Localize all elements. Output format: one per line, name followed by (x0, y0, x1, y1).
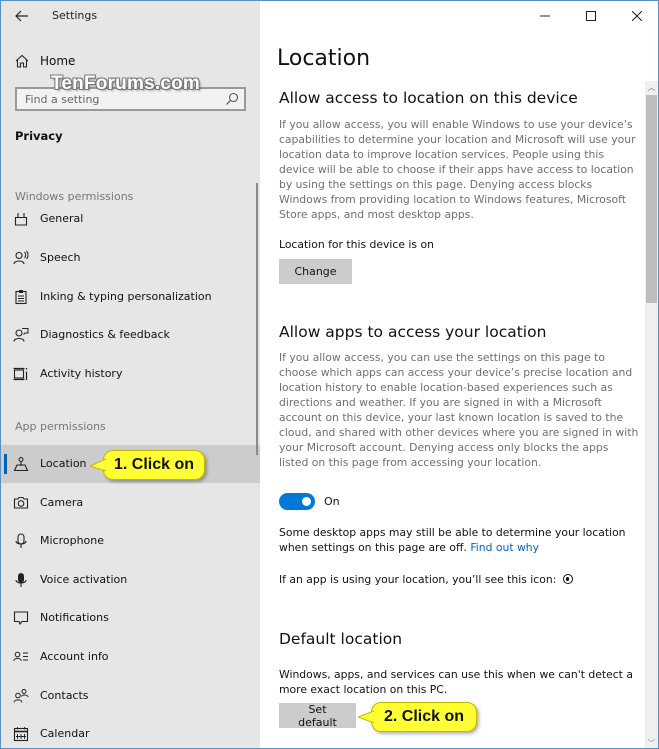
close-icon (632, 11, 642, 21)
callout-step-1-text: 1. Click on (113, 456, 195, 473)
notification-icon (13, 611, 29, 626)
device-access-heading: Allow access to location on this device (279, 89, 578, 107)
sidebar-item-label: Contacts (40, 689, 89, 702)
sidebar-item-label: Notifications (40, 611, 109, 624)
main-content: Location Allow access to location on thi… (260, 1, 658, 748)
scroll-up-icon[interactable]: ︿ (645, 81, 658, 93)
device-access-description: If you allow access, you will enable Win… (279, 118, 636, 221)
location-in-use-icon (562, 574, 573, 584)
section-title: Privacy (15, 129, 63, 143)
clipboard-icon (15, 290, 27, 305)
toggle-knob (302, 497, 311, 506)
location-icon-note-text: If an app is using your location, you’ll… (279, 573, 557, 586)
feedback-icon (13, 328, 29, 342)
sidebar-item-label: Calendar (40, 727, 90, 740)
title-bar: Settings (1, 1, 260, 31)
minimize-icon (540, 15, 550, 17)
contacts-icon (13, 689, 29, 703)
sidebar-item-label: Inking & typing personalization (40, 290, 212, 303)
default-location-heading: Default location (279, 630, 403, 648)
calendar-icon (13, 727, 29, 742)
search-icon[interactable] (225, 92, 239, 106)
sidebar-item-notifications[interactable]: Notifications (1, 599, 260, 637)
timeline-icon (13, 367, 28, 381)
set-default-button[interactable]: Set default (279, 703, 356, 729)
sidebar-scrollbar[interactable] (256, 183, 258, 455)
app-permissions-label: App permissions (15, 420, 106, 433)
sidebar-item-label: Speech (40, 251, 81, 264)
apps-access-heading: Allow apps to access your location (279, 323, 547, 341)
minimize-button[interactable] (522, 1, 568, 31)
maximize-button[interactable] (568, 1, 614, 31)
change-button[interactable]: Change (279, 259, 352, 284)
app-title: Settings (52, 9, 98, 22)
scrollbar-thumb[interactable] (646, 95, 657, 303)
back-button[interactable] (9, 5, 35, 27)
sidebar-item-label: Microphone (40, 534, 105, 547)
camera-icon (13, 496, 29, 509)
home-icon (15, 54, 29, 68)
page-title: Location (277, 46, 371, 71)
sidebar-item-contacts[interactable]: Contacts (1, 677, 260, 715)
sidebar-item-general[interactable]: General (1, 200, 260, 238)
voice-activation-icon (15, 573, 27, 587)
callout-step-2-text: 2. Click on (383, 708, 465, 725)
device-location-status: Location for this device is on (279, 238, 434, 251)
callout-step-2: 2. Click on (358, 702, 477, 732)
home-label: Home (40, 54, 76, 68)
back-arrow-icon (15, 10, 28, 22)
sidebar-item-calendar[interactable]: Calendar (1, 715, 260, 748)
sidebar-item-speech[interactable]: Speech (1, 239, 260, 277)
selected-indicator (4, 454, 7, 474)
sidebar-item-label: Location (40, 457, 87, 470)
toggle-state-label: On (324, 495, 340, 508)
location-icon-note: If an app is using your location, you’ll… (279, 572, 644, 587)
sidebar-item-label: Diagnostics & feedback (40, 328, 170, 341)
settings-window: Settings Home TenForums.com Privacy Wind… (0, 0, 659, 749)
sidebar-item-microphone[interactable]: Microphone (1, 522, 260, 560)
apps-location-toggle[interactable] (279, 493, 315, 510)
sidebar-item-voice-activation[interactable]: Voice activation (1, 561, 260, 599)
speech-icon (13, 250, 29, 265)
sidebar-item-inking-typing[interactable]: Inking & typing personalization (1, 278, 260, 316)
window-controls (522, 1, 658, 31)
find-out-why-link[interactable]: Find out why (470, 541, 539, 554)
lock-icon (14, 213, 28, 226)
maximize-icon (586, 11, 596, 21)
sidebar-item-account-info[interactable]: Account info (1, 638, 260, 676)
sidebar-item-label: Camera (40, 496, 84, 509)
watermark: TenForums.com (51, 73, 200, 94)
account-info-icon (13, 651, 28, 662)
sidebar-item-label: General (40, 212, 84, 225)
sidebar: Settings Home TenForums.com Privacy Wind… (1, 1, 260, 748)
callout-step-1: 1. Click on (90, 450, 205, 480)
default-location-description: Windows, apps, and services can use this… (279, 668, 633, 696)
apps-access-description: If you allow access, you can use the set… (279, 351, 639, 469)
desktop-apps-note: Some desktop apps may still be able to d… (279, 525, 644, 555)
scroll-down-icon[interactable]: ﹀ (645, 737, 658, 748)
sidebar-item-camera[interactable]: Camera (1, 484, 260, 522)
microphone-icon (15, 533, 27, 548)
sidebar-item-diagnostics[interactable]: Diagnostics & feedback (1, 316, 260, 354)
desktop-apps-note-text: Some desktop apps may still be able to d… (279, 526, 626, 554)
home-nav-item[interactable]: Home (1, 49, 260, 75)
sidebar-item-activity-history[interactable]: Activity history (1, 355, 260, 393)
sidebar-item-label: Voice activation (40, 573, 128, 586)
location-icon (13, 456, 29, 472)
sidebar-item-label: Activity history (40, 367, 123, 380)
close-button[interactable] (614, 1, 658, 31)
sidebar-item-label: Account info (40, 650, 109, 663)
main-scrollbar[interactable]: ︿ ﹀ (645, 81, 658, 748)
